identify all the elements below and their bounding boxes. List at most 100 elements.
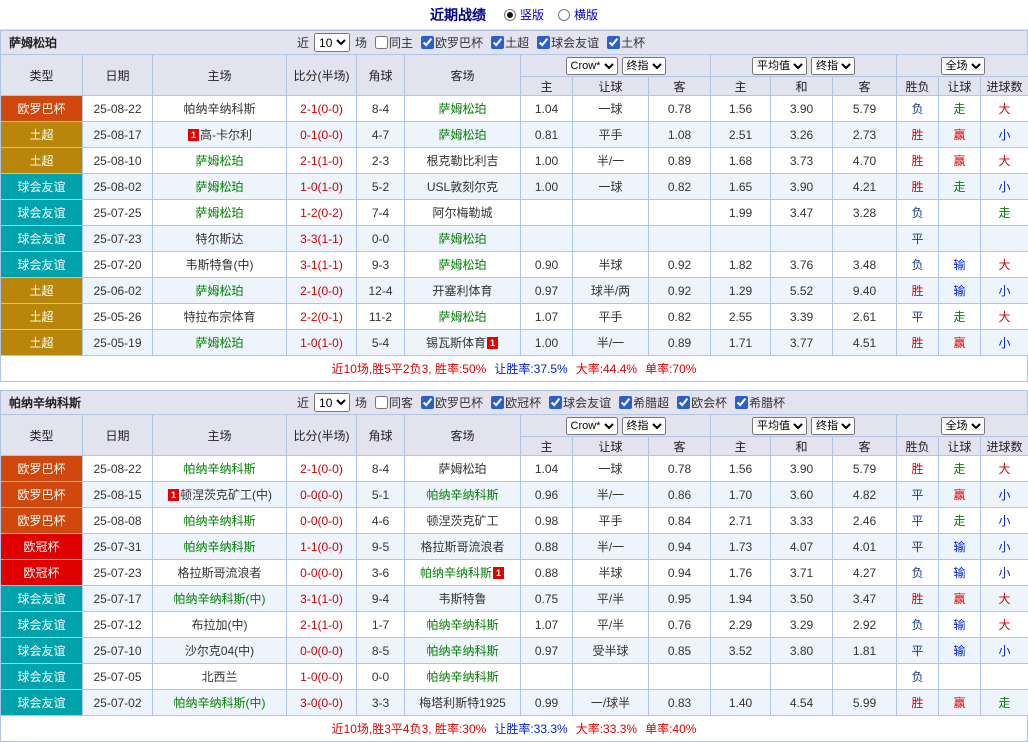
odds-source-select[interactable]: Crow* [566,417,618,435]
odds-source-select[interactable]: 平均值 [752,57,807,75]
score-cell[interactable]: 2-1(1-0) [287,148,357,174]
away-team-name[interactable]: 萨姆松珀 [438,462,486,476]
filter-checkbox[interactable]: 土超 [491,34,529,51]
score-cell[interactable]: 3-1(1-0) [287,586,357,612]
score-cell[interactable]: 0-0(0-0) [287,638,357,664]
away-team-name[interactable]: 梅塔利斯特1925 [419,696,506,710]
layout-radio-option[interactable]: 竖版 [504,6,544,23]
home-team-name[interactable]: 帕纳辛纳科斯(中) [174,696,266,710]
checkbox-input[interactable] [421,36,434,49]
filter-checkbox[interactable]: 希腊杯 [735,394,785,411]
home-team-name[interactable]: 萨姆松珀 [195,154,243,168]
odds-source-select[interactable]: 终指 [811,417,855,435]
away-team-name[interactable]: 帕纳辛纳科斯 [426,488,498,502]
away-team-name[interactable]: 萨姆松珀 [438,128,486,142]
home-team-name[interactable]: 沙尔克04(中) [185,644,254,658]
away-team-name[interactable]: 开塞利体育 [432,284,492,298]
odds-source-select[interactable]: 全场 [941,57,985,75]
home-team-name[interactable]: 布拉加(中) [192,618,248,632]
score-cell[interactable]: 2-2(0-1) [287,304,357,330]
away-team-name[interactable]: 格拉斯哥流浪者 [420,540,504,554]
checkbox-input[interactable] [491,36,504,49]
away-team-name[interactable]: 帕纳辛纳科斯 [420,566,492,580]
away-team-name[interactable]: 根克勒比利吉 [426,154,498,168]
away-team-name[interactable]: 顿涅茨克矿工 [426,514,498,528]
radio-icon[interactable] [558,9,570,21]
home-team-name[interactable]: 萨姆松珀 [195,180,243,194]
home-team-name[interactable]: 帕纳辛纳科斯 [183,462,255,476]
filter-checkbox[interactable]: 同客 [375,394,413,411]
layout-radio-option[interactable]: 横版 [558,6,598,23]
filter-checkbox[interactable]: 球会友谊 [549,394,611,411]
score-cell[interactable]: 0-0(0-0) [287,508,357,534]
checkbox-input[interactable] [537,36,550,49]
score-cell[interactable]: 2-1(0-0) [287,96,357,122]
checkbox-input[interactable] [549,396,562,409]
score-cell[interactable]: 2-1(0-0) [287,278,357,304]
radio-icon[interactable] [504,9,516,21]
score-cell[interactable]: 1-0(1-0) [287,330,357,356]
away-team-name[interactable]: 帕纳辛纳科斯 [426,644,498,658]
odds-source-select[interactable]: 终指 [622,57,666,75]
filter-checkbox[interactable]: 欧罗巴杯 [421,34,483,51]
away-team-name[interactable]: 萨姆松珀 [438,310,486,324]
home-team-name[interactable]: 北西兰 [201,670,237,684]
filter-checkbox[interactable]: 欧罗巴杯 [421,394,483,411]
home-team-name[interactable]: 韦斯特鲁(中) [186,258,254,272]
filter-checkbox[interactable]: 希腊超 [619,394,669,411]
away-team-name[interactable]: 阿尔梅勒城 [432,206,492,220]
score-cell[interactable]: 2-1(1-0) [287,612,357,638]
home-team-name[interactable]: 萨姆松珀 [195,336,243,350]
filter-checkbox[interactable]: 欧冠杯 [491,394,541,411]
away-team-name[interactable]: 帕纳辛纳科斯 [426,670,498,684]
home-team-name[interactable]: 格拉斯哥流浪者 [177,566,261,580]
score-cell[interactable]: 3-1(1-1) [287,252,357,278]
home-team-name[interactable]: 特尔斯达 [195,232,243,246]
checkbox-input[interactable] [375,36,388,49]
checkbox-input[interactable] [619,396,632,409]
checkbox-input[interactable] [607,36,620,49]
odds-source-select[interactable]: 全场 [941,417,985,435]
match-count-select[interactable]: 10 [314,33,350,52]
home-team-name[interactable]: 帕纳辛纳科斯 [183,102,255,116]
score-cell[interactable]: 1-1(0-0) [287,534,357,560]
score-cell[interactable]: 0-0(0-0) [287,482,357,508]
home-team-name[interactable]: 萨姆松珀 [195,206,243,220]
odds-source-select[interactable]: Crow* [566,57,618,75]
checkbox-input[interactable] [421,396,434,409]
score-cell[interactable]: 1-0(1-0) [287,174,357,200]
score-cell[interactable]: 1-0(0-0) [287,664,357,690]
away-team-name[interactable]: 萨姆松珀 [438,258,486,272]
score-cell[interactable]: 0-1(0-0) [287,122,357,148]
score-cell[interactable]: 0-0(0-0) [287,560,357,586]
checkbox-input[interactable] [491,396,504,409]
away-team-name[interactable]: 锡瓦斯体育 [426,336,486,350]
home-team-name[interactable]: 高-卡尔利 [200,128,252,142]
odds-source-select[interactable]: 终指 [811,57,855,75]
score-cell[interactable]: 3-3(1-1) [287,226,357,252]
home-team-name[interactable]: 萨姆松珀 [195,284,243,298]
odds-source-select[interactable]: 平均值 [752,417,807,435]
checkbox-input[interactable] [677,396,690,409]
home-team-name[interactable]: 帕纳辛纳科斯 [183,540,255,554]
home-team-name[interactable]: 特拉布宗体育 [183,310,255,324]
home-team-name[interactable]: 顿涅茨克矿工(中) [180,488,272,502]
away-team-name[interactable]: 韦斯特鲁 [438,592,486,606]
filter-checkbox[interactable]: 土杯 [607,34,645,51]
away-team-name[interactable]: USL敦刻尔克 [427,180,498,194]
home-team-name[interactable]: 帕纳辛纳科斯 [183,514,255,528]
away-team-name[interactable]: 萨姆松珀 [438,102,486,116]
away-team-name[interactable]: 帕纳辛纳科斯 [426,618,498,632]
home-team-name[interactable]: 帕纳辛纳科斯(中) [174,592,266,606]
filter-checkbox[interactable]: 同主 [375,34,413,51]
filter-checkbox[interactable]: 欧会杯 [677,394,727,411]
checkbox-input[interactable] [375,396,388,409]
match-count-select[interactable]: 10 [314,393,350,412]
odds-source-select[interactable]: 终指 [622,417,666,435]
score-cell[interactable]: 3-0(0-0) [287,690,357,716]
score-cell[interactable]: 1-2(0-2) [287,200,357,226]
away-team-name[interactable]: 萨姆松珀 [438,232,486,246]
filter-checkbox[interactable]: 球会友谊 [537,34,599,51]
score-cell[interactable]: 2-1(0-0) [287,456,357,482]
checkbox-input[interactable] [735,396,748,409]
